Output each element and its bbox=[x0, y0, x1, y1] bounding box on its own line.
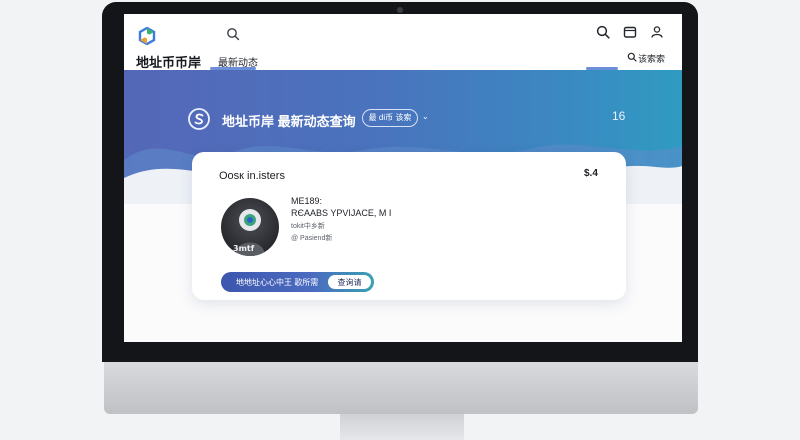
logo-icon[interactable] bbox=[138, 27, 156, 45]
action-bar: 地地址心心中王 歌所需 查询请 bbox=[221, 272, 374, 292]
action-label: 地地址心心中王 歌所需 bbox=[236, 278, 319, 287]
top-navbar: 地址币币岸 最新动态 该索索 bbox=[124, 14, 682, 71]
search-icon[interactable] bbox=[226, 27, 240, 41]
info-meta: @ Pasiend新 bbox=[291, 235, 333, 242]
webcam bbox=[397, 7, 403, 13]
hero-title: 地址币岸 最新动态查询 bbox=[222, 114, 356, 129]
hero-filter-pill[interactable]: 最 di币 该索 bbox=[362, 109, 418, 127]
hero-count: 16 bbox=[612, 109, 626, 123]
search-icon[interactable] bbox=[596, 25, 610, 39]
brand-name[interactable]: 地址币币岸 bbox=[136, 52, 201, 71]
coin-logo-icon bbox=[188, 108, 210, 130]
nav-search-link[interactable]: 该索索 bbox=[638, 52, 665, 65]
avatar-tag: 3mtf bbox=[233, 244, 255, 253]
info-line: ME189: bbox=[291, 196, 323, 206]
screen: 地址币币岸 最新动态 该索索 地址币岸 最新动态查询 最 di币 该索 ⌄ 16… bbox=[124, 14, 682, 342]
card-title: Oosк in.isters bbox=[219, 170, 285, 182]
search-icon bbox=[627, 52, 637, 62]
monitor-stand bbox=[340, 414, 464, 440]
chevron-down-icon[interactable]: ⌄ bbox=[422, 112, 429, 121]
card-amount: $.4 bbox=[584, 168, 598, 179]
monitor-chin bbox=[104, 362, 698, 414]
query-button[interactable]: 查询请 bbox=[328, 275, 371, 289]
info-meta: tokit中乡新 bbox=[291, 223, 325, 230]
wallet-icon[interactable] bbox=[623, 25, 637, 39]
info-line: RЄAABS YPVIJACE, M I bbox=[291, 208, 392, 218]
result-card: Oosк in.isters $.4 3mtf ME189: RЄAABS YP… bbox=[192, 152, 626, 300]
user-icon[interactable] bbox=[650, 25, 664, 39]
